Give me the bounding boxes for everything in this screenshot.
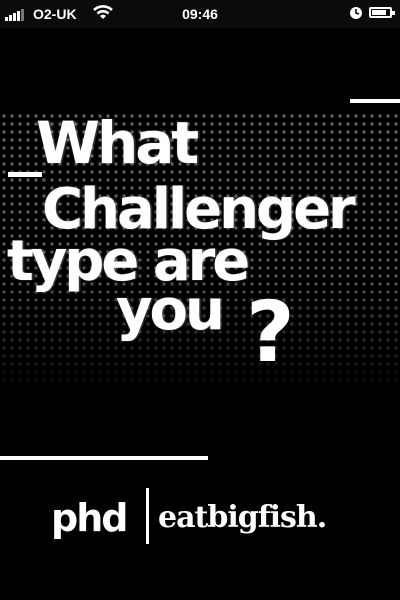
headline-line-4: you — [116, 278, 225, 343]
clock-icon — [349, 6, 363, 23]
question-mark: ? — [246, 283, 295, 381]
top-right-rule — [350, 99, 400, 103]
headline-line-1: What — [36, 109, 199, 177]
phd-logo: phd — [51, 496, 128, 540]
battery-fill — [372, 10, 386, 15]
eatbigfish-logo: eatbigfish. — [158, 500, 327, 535]
battery-icon — [369, 7, 395, 18]
splash-screen: O2-UK 09:46 What Challenger type are you… — [0, 0, 400, 600]
logo-divider — [146, 488, 149, 544]
bottom-left-rule — [0, 456, 208, 460]
status-time: 09:46 — [182, 6, 218, 22]
status-bar: O2-UK 09:46 — [0, 0, 400, 28]
